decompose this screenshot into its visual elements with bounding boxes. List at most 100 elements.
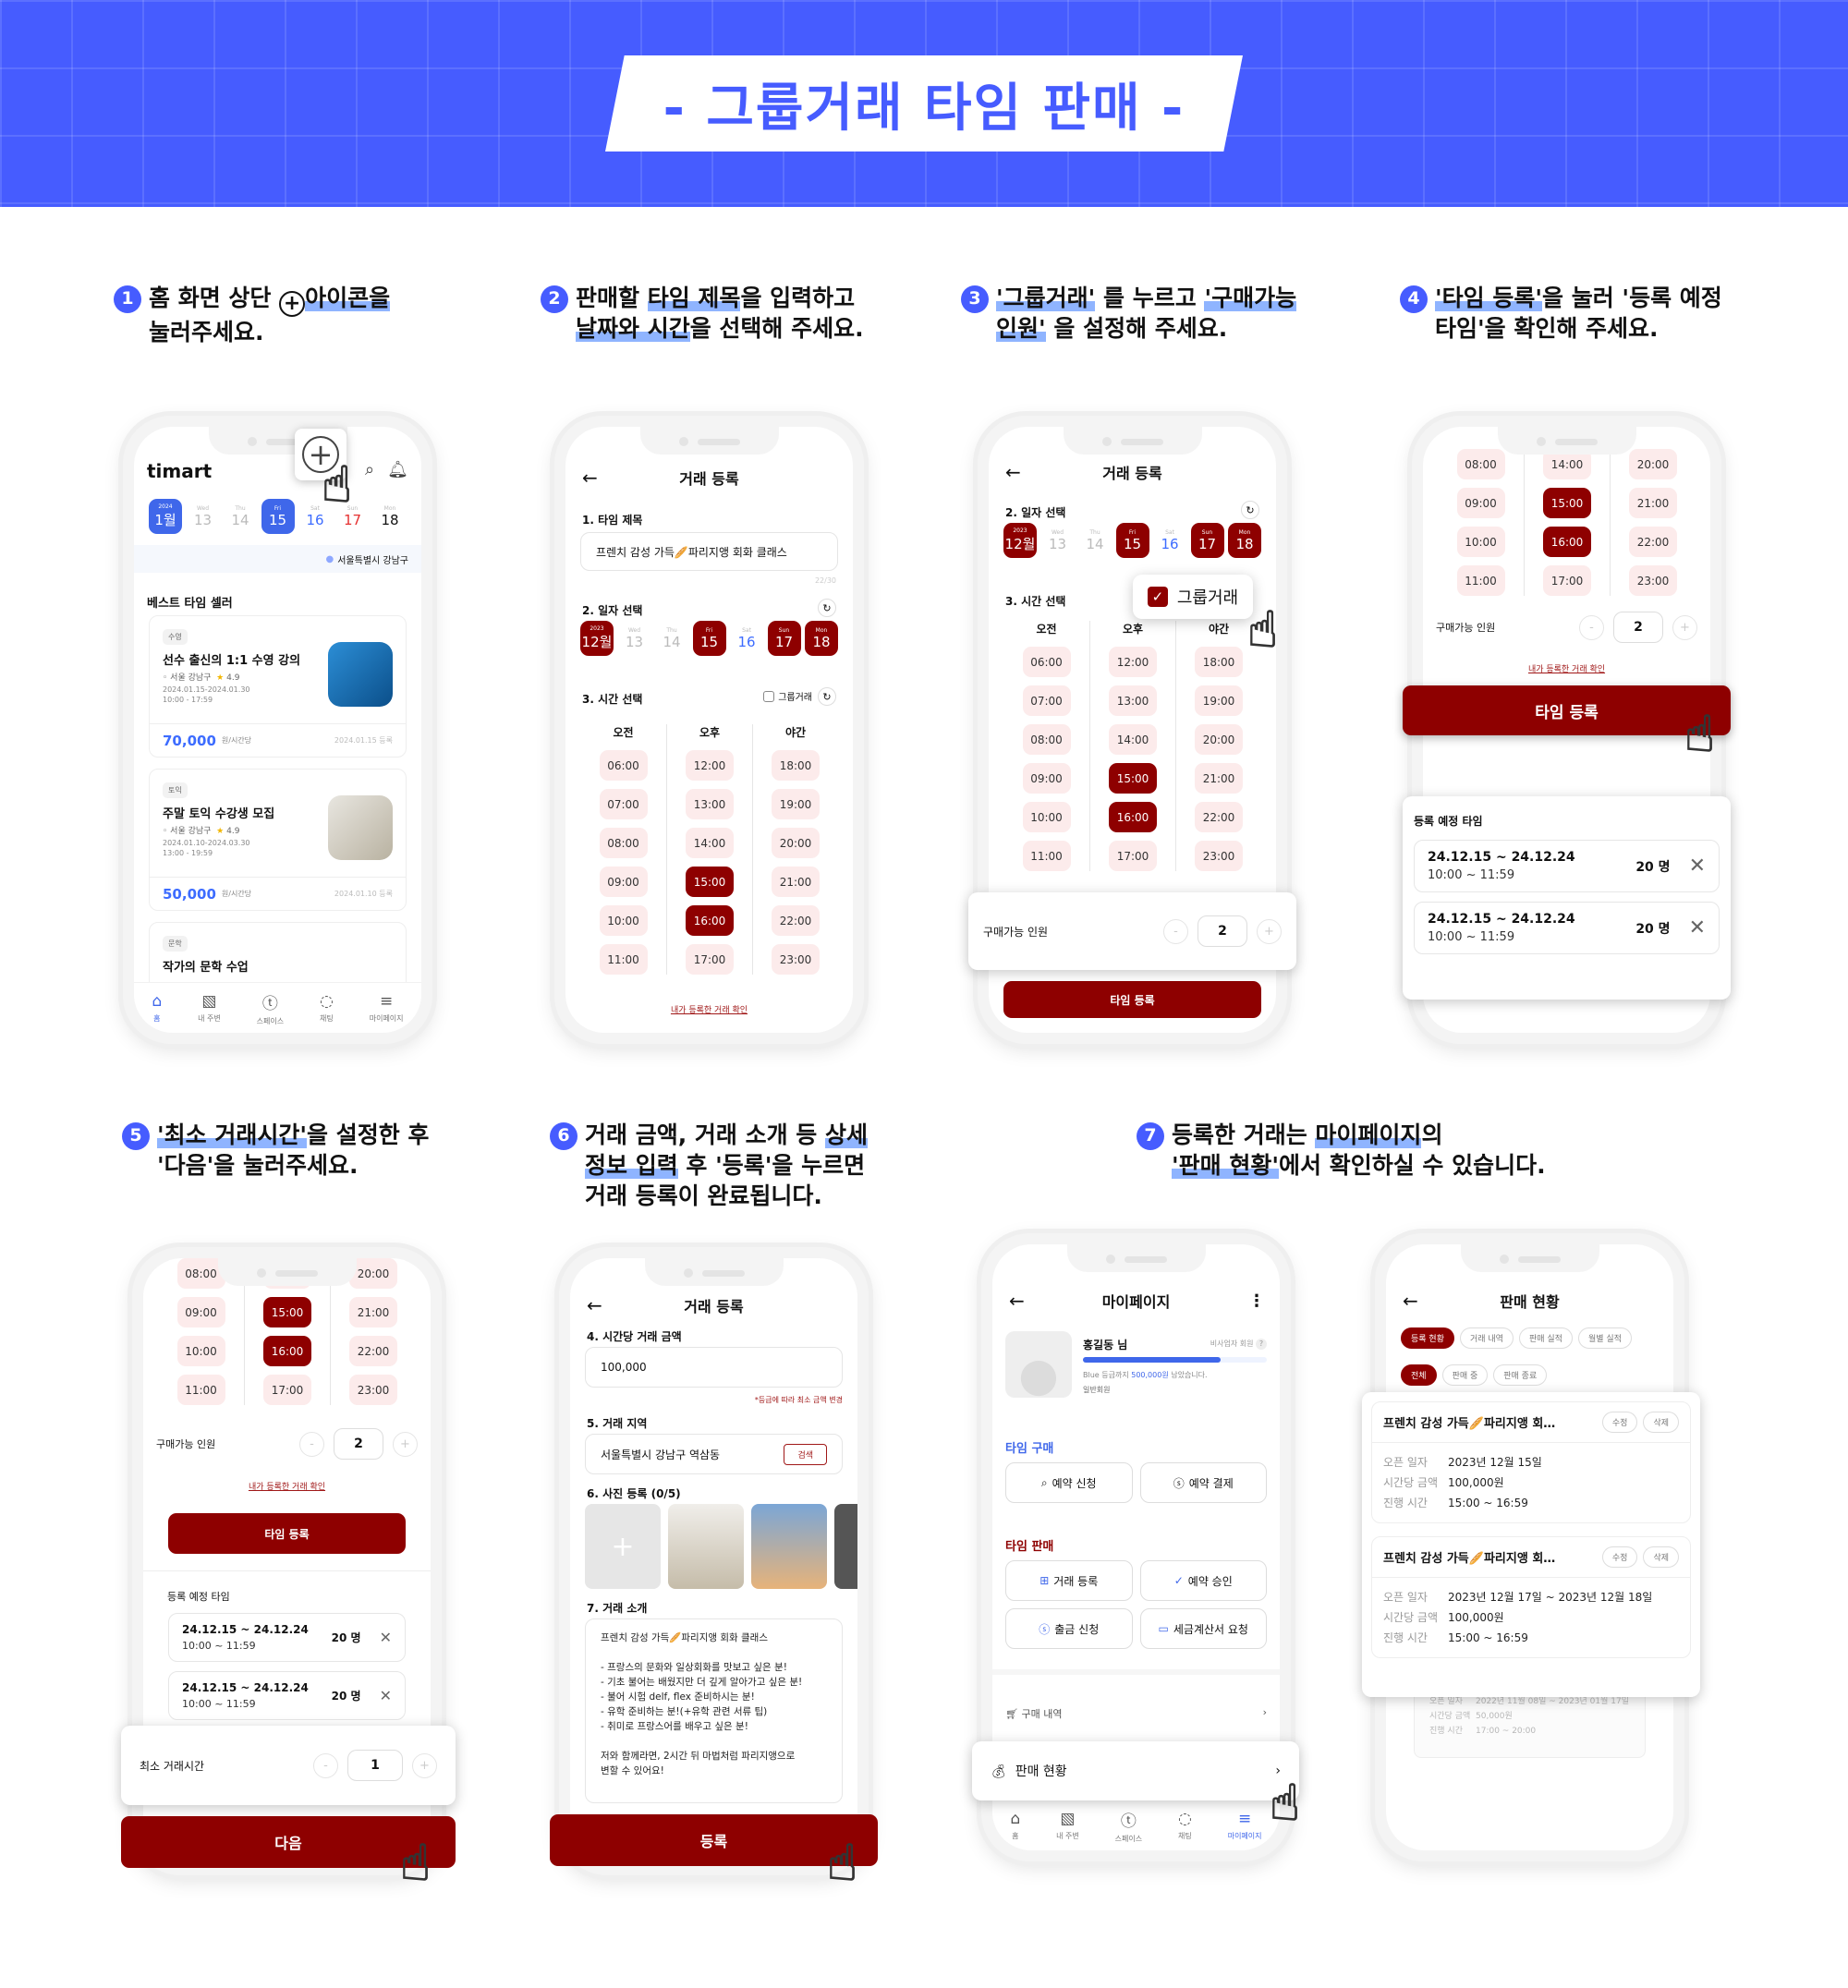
day-chip-selected[interactable]: Sun 17 (1190, 523, 1224, 558)
time-slot[interactable]: 09:00 (599, 867, 648, 897)
time-slot[interactable]: 13:00 (686, 789, 734, 819)
time-slot[interactable]: 12:00 (1109, 647, 1157, 677)
more-vertical-icon[interactable]: ⋮ (1248, 1291, 1265, 1311)
time-slot[interactable]: 14:00 (686, 828, 734, 858)
time-slot[interactable]: 15:00 (1543, 488, 1591, 518)
buyers-value[interactable]: 2 (334, 1428, 383, 1460)
tab-chat[interactable]: ◌ 채팅 (1178, 1810, 1192, 1841)
tab-nearby[interactable]: ▧ 내 주변 (1056, 1810, 1079, 1841)
group-deal-checkbox[interactable]: ✓ 그룹거래 (1133, 575, 1253, 619)
time-slot[interactable]: 21:00 (349, 1297, 397, 1327)
time-slot[interactable]: 18:00 (772, 750, 820, 781)
back-arrow-icon[interactable]: ← (1403, 1290, 1418, 1312)
time-slot[interactable]: 20:00 (1195, 724, 1243, 755)
plus-button[interactable]: + (1672, 614, 1697, 640)
filter-all[interactable]: 전체 (1401, 1364, 1437, 1386)
region-input[interactable]: 서울특별시 강남구 역삼동 검색 (585, 1434, 843, 1474)
month-chip[interactable]: 2023 12월 (580, 621, 614, 656)
edit-button[interactable]: 수정 (1601, 1546, 1638, 1568)
time-slot[interactable]: 20:00 (349, 1258, 397, 1289)
search-icon[interactable]: ⌕ (365, 460, 374, 479)
time-slot[interactable]: 23:00 (349, 1375, 397, 1405)
sales-status-item[interactable]: 💰︎ 판매 현황 › (972, 1741, 1299, 1800)
title-input[interactable]: 프렌치 감성 가득🥖파리지앵 회화 클래스 (580, 532, 838, 571)
time-slot[interactable]: 11:00 (176, 1375, 225, 1405)
day-chip[interactable]: Thu 14 (1078, 523, 1112, 558)
time-slot[interactable]: 16:00 (1109, 802, 1157, 832)
time-slot[interactable]: 23:00 (1195, 841, 1243, 871)
month-chip[interactable]: 2024 1월 (149, 499, 182, 534)
time-slot[interactable]: 10:00 (1456, 527, 1505, 557)
day-chip[interactable]: Sat 16 (730, 621, 763, 656)
delete-button[interactable]: 삭제 (1643, 1412, 1679, 1433)
class-card[interactable]: 토익 주말 토익 수강생 모집 ◦ 서울 강남구 ★ 4.9 2024.01.1… (149, 769, 407, 911)
time-slot[interactable]: 15:00 (686, 867, 734, 897)
location-bar[interactable]: ● 서울특별시 강남구 (134, 545, 421, 573)
sales-item[interactable]: 오픈 일자 2022년 11월 08일 ~ 2023년 01월 17일 시간당 금… (1414, 1688, 1646, 1758)
time-slot[interactable]: 10:00 (599, 905, 648, 936)
sales-item[interactable]: 프렌치 감성 가득🥖파리지앵 회… 수정 삭제 오픈 일자 2023년 12월 15일… (1371, 1401, 1691, 1523)
intro-textarea[interactable]: 프렌치 감성 가득🥖파리지앵 회화 클래스 - 프랑스의 문화와 일상회화를 맛보… (585, 1618, 843, 1803)
tab-home[interactable]: ⌂ 홈 (152, 992, 162, 1024)
time-slot[interactable]: 16:00 (686, 905, 734, 936)
filter-ended[interactable]: 판매 종료 (1493, 1364, 1548, 1386)
back-arrow-icon[interactable]: ← (1009, 1290, 1025, 1312)
time-slot[interactable]: 08:00 (599, 828, 648, 858)
day-chip[interactable]: Wed 13 (1041, 523, 1075, 558)
time-register-button[interactable]: 타임 등록 (168, 1513, 406, 1554)
reserve-approve-button[interactable]: ✓ 예약 승인 (1139, 1560, 1267, 1601)
remove-icon[interactable]: ✕ (380, 1687, 392, 1704)
buyers-value[interactable]: 2 (1198, 915, 1247, 947)
day-chip-selected[interactable]: Mon 18 (1228, 523, 1261, 558)
time-slot[interactable]: 15:00 (1109, 763, 1157, 794)
day-chip[interactable]: Mon 18 (373, 499, 407, 534)
class-card[interactable]: 수영 선수 출신의 1:1 수영 강의 ◦ 서울 강남구 ★ 4.9 2024.… (149, 615, 407, 758)
tax-invoice-button[interactable]: ▭ 세금계산서 요청 (1139, 1608, 1267, 1649)
day-chip-selected[interactable]: Sun 17 (767, 621, 801, 656)
time-register-button[interactable]: 타임 등록 (1003, 981, 1261, 1018)
edit-button[interactable]: 수정 (1601, 1412, 1638, 1433)
month-chip[interactable]: 2023 12월 (1003, 523, 1037, 558)
photo-thumbnail[interactable] (668, 1504, 744, 1589)
time-slot[interactable]: 17:00 (686, 944, 734, 975)
time-slot[interactable]: 17:00 (1543, 565, 1591, 596)
back-arrow-icon[interactable]: ← (582, 467, 598, 489)
reserve-request-button[interactable]: ⌕ 예약 신청 (1005, 1462, 1133, 1503)
time-slot[interactable]: 22:00 (1195, 802, 1243, 832)
time-slot[interactable]: 21:00 (1629, 488, 1677, 518)
deal-register-button[interactable]: ⊞ 거래 등록 (1005, 1560, 1133, 1601)
tab-registered[interactable]: 등록 현황 (1401, 1327, 1454, 1349)
plus-button[interactable]: + (1257, 918, 1282, 944)
plus-button[interactable]: + (412, 1752, 437, 1778)
tab-home[interactable]: ⌂ 홈 (1010, 1810, 1020, 1841)
day-chip-selected[interactable]: Fri 15 (692, 621, 726, 656)
remove-icon[interactable]: ✕ (1689, 855, 1706, 878)
buyers-value[interactable]: 2 (1613, 612, 1663, 643)
time-slot[interactable]: 22:00 (349, 1336, 397, 1366)
add-photo-button[interactable]: + (585, 1504, 661, 1589)
delete-button[interactable]: 삭제 (1643, 1546, 1679, 1568)
time-slot[interactable]: 11:00 (1456, 565, 1505, 596)
reset-icon[interactable]: ↻ (818, 687, 836, 706)
minus-button[interactable]: - (1579, 614, 1604, 640)
tab-history[interactable]: 거래 내역 (1459, 1327, 1514, 1349)
time-slot[interactable]: 20:00 (1629, 449, 1677, 479)
reserve-pay-button[interactable]: ⓢ 예약 결제 (1139, 1462, 1267, 1503)
time-slot[interactable]: 13:00 (1109, 685, 1157, 716)
photo-thumbnail[interactable] (751, 1504, 827, 1589)
day-chip[interactable]: Thu 14 (655, 621, 688, 656)
search-button[interactable]: 검색 (784, 1443, 827, 1465)
price-input[interactable]: 100,000 (585, 1347, 843, 1388)
time-slot[interactable]: 07:00 (1022, 685, 1071, 716)
tab-performance[interactable]: 판매 실적 (1518, 1327, 1573, 1349)
time-slot[interactable]: 17:00 (263, 1375, 311, 1405)
time-slot[interactable]: 22:00 (1629, 527, 1677, 557)
back-arrow-icon[interactable]: ← (1005, 461, 1021, 483)
time-slot[interactable]: 17:00 (1109, 841, 1157, 871)
time-register-button[interactable]: 타임 등록 (1403, 685, 1731, 735)
time-slot[interactable]: 19:00 (1195, 685, 1243, 716)
remove-icon[interactable]: ✕ (380, 1629, 392, 1646)
time-slot[interactable]: 11:00 (599, 944, 648, 975)
time-slot[interactable]: 10:00 (1022, 802, 1071, 832)
tab-space[interactable]: ⓣ 스페이스 (1115, 1808, 1142, 1844)
